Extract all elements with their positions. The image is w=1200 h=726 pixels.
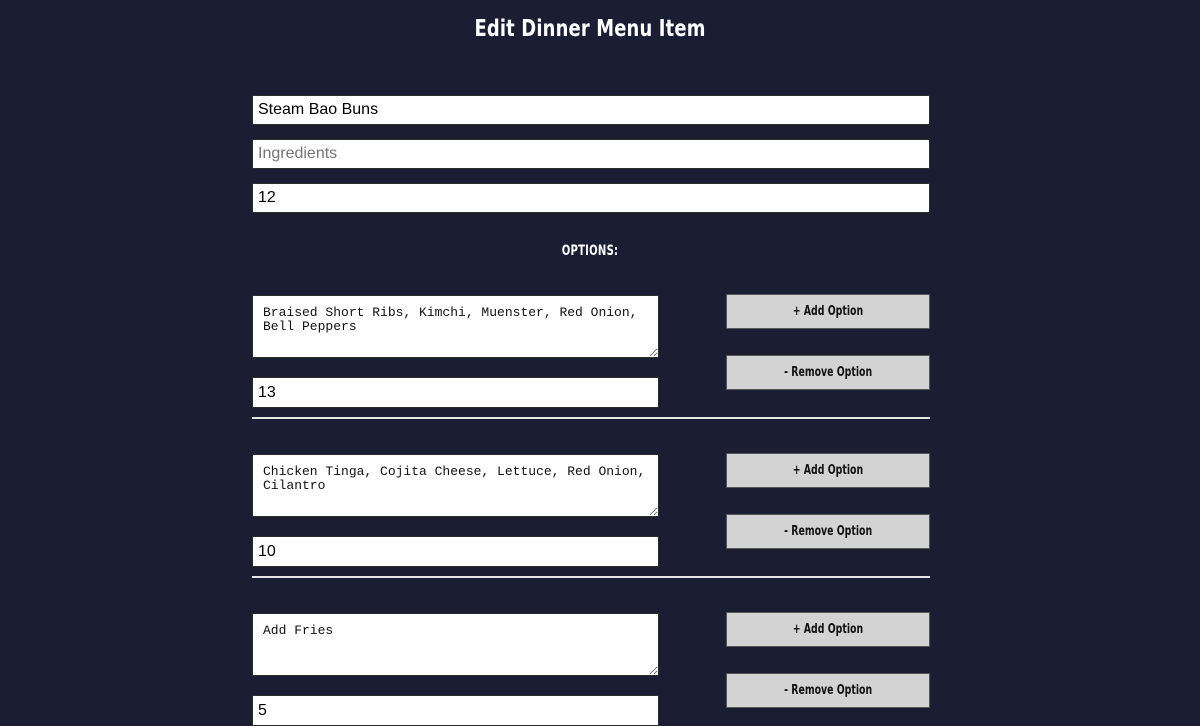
remove-option-button[interactable]: - Remove Option [726,514,930,549]
option-price-input[interactable] [252,695,659,726]
option-divider [252,576,930,578]
option-description-textarea[interactable]: Chicken Tinga, Cojita Cheese, Lettuce, R… [252,454,659,517]
add-option-button[interactable]: + Add Option [726,453,930,488]
option-price-input[interactable] [252,536,659,567]
price-input[interactable] [252,183,930,213]
option-price-input[interactable] [252,377,659,408]
option-divider [252,417,930,419]
add-option-label: + Add Option [792,622,864,637]
page-title: Edit Dinner Menu Item [474,16,706,42]
remove-option-button[interactable]: - Remove Option [726,355,930,390]
remove-option-label: - Remove Option [783,524,873,539]
option-description-textarea[interactable]: Add Fries [252,613,659,676]
option-description-textarea[interactable]: Braised Short Ribs, Kimchi, Muenster, Re… [252,295,659,358]
remove-option-button[interactable]: - Remove Option [726,673,930,708]
add-option-button[interactable]: + Add Option [726,612,930,647]
ingredients-input[interactable] [252,139,930,169]
options-heading: OPTIONS: [561,243,619,259]
remove-option-label: - Remove Option [783,365,873,380]
add-option-button[interactable]: + Add Option [726,294,930,329]
add-option-label: + Add Option [792,463,864,478]
item-name-input[interactable] [252,95,930,125]
remove-option-label: - Remove Option [783,683,873,698]
add-option-label: + Add Option [792,304,864,319]
